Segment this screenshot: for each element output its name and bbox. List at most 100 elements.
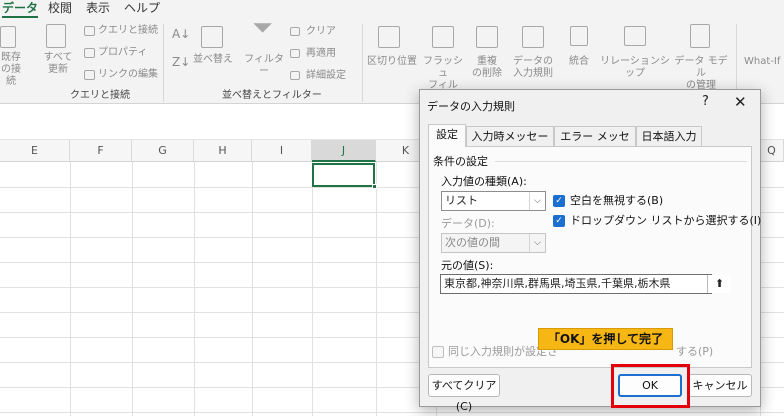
source-input[interactable]: 東京都,神奈川県,群馬県,埼玉県,千葉県,栃木県 ⬆ <box>440 274 731 294</box>
refresh-label-1: すべて <box>43 52 73 63</box>
chevron-down-icon: ⌵ <box>529 192 545 210</box>
flash-fill-icon <box>432 26 454 48</box>
refresh-all-button[interactable]: すべて 更新 <box>38 52 78 76</box>
existing-label-2: の接続 <box>1 64 21 87</box>
ignore-blank-label: 空白を無視する(B) <box>570 194 664 207</box>
what-if-button[interactable]: What-If <box>744 56 780 68</box>
clear-all-button[interactable]: すべてクリア(C) <box>428 374 500 413</box>
column-header-j[interactable]: J <box>312 140 376 162</box>
reapply-icon <box>290 49 300 58</box>
relationships-button[interactable]: リレーションシップ <box>598 56 672 80</box>
close-icon[interactable]: ✕ <box>734 93 747 111</box>
gridline <box>194 162 195 416</box>
apply-all-label-end: する(P) <box>676 345 714 358</box>
reapply-button[interactable]: 再適用 <box>306 48 336 60</box>
existing-connections-icon <box>0 26 16 48</box>
ignore-blank-checkbox[interactable]: ✓ <box>553 195 565 207</box>
column-header-h[interactable]: H <box>194 140 252 162</box>
edit-links-icon <box>84 70 95 80</box>
dialog-title: データの入力規則 <box>427 100 515 113</box>
text-to-columns-icon <box>378 26 400 48</box>
clear-filter-icon <box>290 27 300 36</box>
clear-button[interactable]: クリア <box>306 26 336 38</box>
tab-ime-mode[interactable]: 日本語入力 <box>636 126 702 146</box>
allow-label: 入力値の種類(A): <box>441 175 527 188</box>
fill-handle[interactable] <box>372 184 377 189</box>
section-divider <box>495 161 747 162</box>
tab-help[interactable]: ヘルプ <box>124 0 160 16</box>
remove-dup-label-2: の削除 <box>472 68 502 79</box>
advanced-button[interactable]: 詳細設定 <box>306 70 346 82</box>
data-value: 次の値の間 <box>445 236 500 249</box>
column-header-e[interactable]: E <box>0 140 70 162</box>
section-heading: 条件の設定 <box>433 155 488 168</box>
source-label: 元の値(S): <box>441 259 494 272</box>
column-header-f[interactable]: F <box>70 140 132 162</box>
tab-settings[interactable]: 設定 <box>428 124 466 147</box>
queries-connections-button[interactable]: クエリと接続 <box>98 25 158 37</box>
filter-icon: ⏷ <box>252 13 273 43</box>
data-validation-label-1: データの <box>513 56 553 67</box>
refresh-all-icon <box>46 24 66 48</box>
data-model-icon <box>690 24 710 48</box>
data-validation-dialog: データの入力規則 ? ✕ 設定 入力時メッセージ エラー メッセージ 日本語入力… <box>419 89 762 413</box>
in-cell-dropdown-checkbox[interactable]: ✓ <box>553 215 565 227</box>
refresh-label-2: 更新 <box>48 64 68 75</box>
flash-fill-button[interactable]: フラッシュ フィル <box>420 56 466 92</box>
active-cell[interactable] <box>312 163 377 189</box>
group-label-queries: クエリと接続 <box>70 90 130 101</box>
cancel-button[interactable]: キャンセル <box>688 374 752 397</box>
queries-icon <box>84 26 95 36</box>
consolidate-icon <box>570 26 588 46</box>
tab-review[interactable]: 校閲 <box>48 0 72 16</box>
data-select: 次の値の間 ⌵ <box>441 233 546 253</box>
source-value: 東京都,神奈川県,群馬県,埼玉県,千葉県,栃木県 <box>444 277 671 290</box>
instruction-callout: 「OK」を押して完了 <box>538 328 673 350</box>
data-label: データ(D): <box>441 217 495 230</box>
group-label-sort-filter: 並べ替えとフィルター <box>222 90 322 101</box>
data-validation-icon <box>522 26 544 48</box>
sort-icon <box>201 26 223 48</box>
allow-value: リスト <box>445 194 478 207</box>
sort-ascending-icon[interactable]: A↓ <box>172 28 190 40</box>
help-icon[interactable]: ? <box>702 94 709 109</box>
properties-icon <box>84 48 95 58</box>
remove-duplicates-icon <box>476 26 498 48</box>
existing-label-1: 既存 <box>1 52 21 63</box>
existing-connections-button[interactable]: 既存 の接続 <box>0 52 22 88</box>
column-header-i[interactable]: I <box>252 140 312 162</box>
apply-all-checkbox <box>432 346 444 358</box>
chevron-down-icon: ⌵ <box>529 234 545 252</box>
column-header-g[interactable]: G <box>132 140 194 162</box>
tab-data[interactable]: データ <box>2 0 39 18</box>
tab-error-alert[interactable]: エラー メッセージ <box>554 126 636 162</box>
gridline <box>376 162 377 416</box>
data-model-label-1: データ モデル <box>674 56 728 79</box>
consolidate-button[interactable]: 統合 <box>564 56 594 68</box>
filter-button[interactable]: フィルター <box>242 54 286 78</box>
tab-view[interactable]: 表示 <box>86 0 110 16</box>
remove-duplicates-button[interactable]: 重複 の削除 <box>466 56 508 80</box>
remove-dup-label-1: 重複 <box>477 56 497 67</box>
sort-descending-icon[interactable]: Z↓ <box>172 56 190 68</box>
tab-input-message[interactable]: 入力時メッセージ <box>466 126 554 162</box>
allow-select[interactable]: リスト ⌵ <box>441 191 546 211</box>
gridline <box>312 162 313 416</box>
gridline <box>252 162 253 416</box>
gridline <box>0 412 784 413</box>
column-header-q[interactable]: Q <box>760 140 784 162</box>
in-cell-dropdown-label: ドロップダウン リストから選択する(I) <box>570 214 762 227</box>
gridline <box>132 162 133 416</box>
ok-highlight-box <box>611 364 690 408</box>
data-model-button[interactable]: データ モデル の管理 <box>672 56 730 92</box>
ribbon-tab-bar: データ 校閲 表示 ヘルプ <box>0 0 784 18</box>
data-validation-button[interactable]: データの 入力規則 <box>508 56 558 80</box>
text-to-columns-button[interactable]: 区切り位置 <box>366 56 418 68</box>
gridline <box>70 162 71 416</box>
properties-button[interactable]: プロパティ <box>98 47 147 59</box>
collapse-dialog-icon[interactable]: ⬆ <box>707 275 731 293</box>
group-separator <box>362 24 363 102</box>
edit-links-button[interactable]: リンクの編集 <box>98 69 158 81</box>
sort-button[interactable]: 並べ替え <box>190 54 236 66</box>
advanced-filter-icon <box>290 71 300 80</box>
